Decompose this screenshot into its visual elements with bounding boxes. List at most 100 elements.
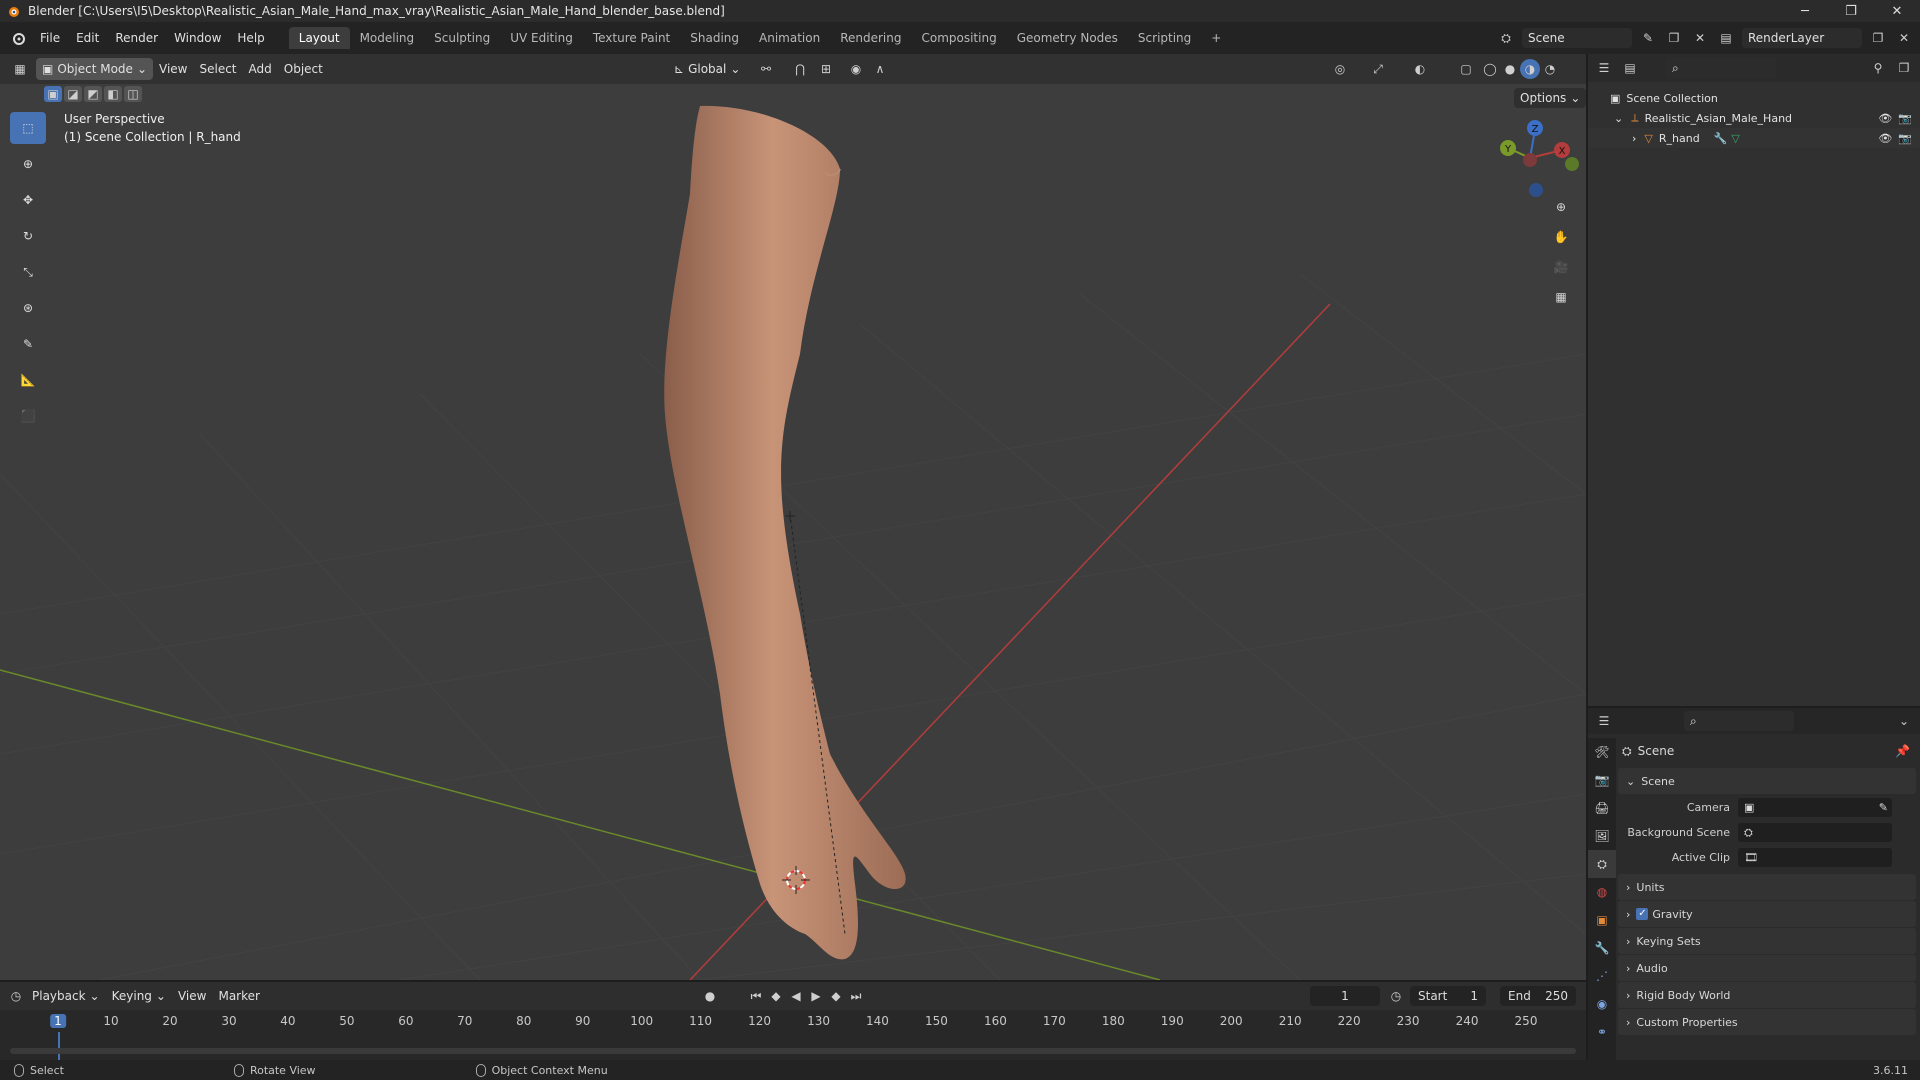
3d-viewport[interactable]: ▦ ▣ Object Mode ⌄ View Select Add Object… [0,54,1586,980]
transform-tool[interactable]: ⊛ [10,292,46,324]
editor-type-icon[interactable]: ▦ [10,59,30,79]
jump-start-icon[interactable]: ⏮ [746,986,766,1006]
eye-icon[interactable]: 👁 [1878,132,1892,145]
record-icon[interactable]: ● [700,986,720,1006]
menu-playback[interactable]: Playback ⌄ [26,985,106,1007]
chevron-down-icon[interactable]: ⌄ [1614,112,1623,125]
end-frame-field[interactable]: End 250 [1500,986,1576,1006]
display-mode-icon[interactable]: ▤ [1620,58,1640,78]
move-tool[interactable]: ✥ [10,184,46,216]
menu-keying[interactable]: Keying ⌄ [106,985,172,1007]
snap-icon[interactable]: ⋂ [790,59,810,79]
new-layer-icon[interactable]: ❐ [1868,28,1888,48]
tab-uv-editing[interactable]: UV Editing [500,27,583,49]
gravity-checkbox[interactable]: ✓ [1636,908,1649,920]
tab-rendering[interactable]: Rendering [830,27,911,49]
prev-keyframe-icon[interactable]: ◆ [766,986,786,1006]
scene-icon[interactable]: ⛭ [1496,28,1516,48]
tab-scripting[interactable]: Scripting [1128,27,1201,49]
timeline-ruler[interactable]: 1 10 20 30 40 50 60 70 80 90 100 110 120 130 140 150 160… [0,1010,1586,1060]
options-button[interactable]: Options ⌄ [1514,88,1586,108]
delete-layer-icon[interactable]: ✕ [1894,28,1914,48]
pin-icon[interactable]: 📌 [1895,744,1910,758]
background-scene-field[interactable]: ⛭ [1738,823,1892,842]
tab-compositing[interactable]: Compositing [911,27,1006,49]
tab-layout[interactable]: Layout [288,27,350,49]
panel-audio[interactable]: › Audio [1618,955,1916,981]
properties-search-input[interactable]: ⌕ [1684,711,1794,731]
navigation-gizmo[interactable]: Z X Y [1490,108,1580,198]
select-invert-icon[interactable]: ◧ [104,86,122,102]
tree-row-collection[interactable]: ⌄ ⟂ Realistic_Asian_Male_Hand 👁 📷 [1588,108,1920,128]
select-box-tool[interactable]: ⬚ [10,112,46,144]
tab-render[interactable]: 📷 [1588,766,1616,794]
tab-object[interactable]: ▣ [1588,906,1616,934]
tree-row-scene-collection[interactable]: ▣ Scene Collection [1588,88,1920,108]
pan-view-button[interactable]: ✋ [1548,224,1574,250]
xray-icon[interactable]: ▢ [1456,59,1476,79]
scene-selector[interactable]: Scene [1522,28,1632,48]
snap-target-icon[interactable]: ⊞ [816,59,836,79]
select-subtract-icon[interactable]: ◩ [84,86,102,102]
chevron-down-icon[interactable]: ⌄ [1894,711,1914,731]
tab-output[interactable]: 🖨 [1588,794,1616,822]
add-workspace-button[interactable]: + [1201,27,1231,49]
renderlayer-selector[interactable]: RenderLayer [1742,28,1862,48]
panel-gravity[interactable]: › ✓ Gravity [1618,901,1916,927]
blender-menu-icon[interactable] [10,30,26,46]
menu-window[interactable]: Window [166,31,229,45]
overlays-icon[interactable]: ◐ [1410,59,1430,79]
tab-tool[interactable]: 🛠 [1588,738,1616,766]
cursor-tool[interactable]: ⊕ [10,148,46,180]
outliner-editor-icon[interactable]: ☰ [1594,58,1614,78]
tab-geometry-nodes[interactable]: Geometry Nodes [1007,27,1128,49]
mode-selector[interactable]: ▣ Object Mode ⌄ [36,58,153,80]
tree-row-r-hand[interactable]: › ▽ R_hand 🔧 ▽ 👁 📷 [1588,128,1920,148]
tab-modifiers[interactable]: 🔧 [1588,934,1616,962]
tab-shading[interactable]: Shading [680,27,749,49]
panel-scene-header[interactable]: ⌄ Scene [1618,768,1916,794]
camera-field[interactable]: ▣ ✎ [1738,798,1892,817]
camera-render-icon[interactable]: 📷 [1898,132,1912,145]
eye-icon[interactable]: 👁 [1878,112,1892,125]
material-shading-icon[interactable]: ◑ [1520,59,1540,79]
pin-icon[interactable]: ✎ [1638,28,1658,48]
visibility-icon[interactable]: ◎ [1330,59,1350,79]
minimize-button[interactable]: ─ [1782,0,1828,22]
chevron-right-icon[interactable]: › [1632,132,1636,145]
tab-animation[interactable]: Animation [749,27,830,49]
outliner-search-input[interactable]: ⌕ [1666,58,1776,78]
timeline-editor-icon[interactable]: ◷ [6,986,26,1006]
next-keyframe-icon[interactable]: ◆ [826,986,846,1006]
solid-shading-icon[interactable]: ● [1500,59,1520,79]
jump-end-icon[interactable]: ⏭ [846,986,866,1006]
maximize-button[interactable]: ❐ [1828,0,1874,22]
tab-particles[interactable]: ⋰ [1588,962,1616,990]
gizmo-toggle-icon[interactable]: ⤢ [1368,59,1388,79]
zoom-view-button[interactable]: ⊕ [1548,194,1574,220]
clock-icon[interactable]: ◷ [1386,986,1406,1006]
view-layer-icon[interactable]: ▤ [1716,28,1736,48]
menu-marker[interactable]: Marker [212,985,265,1007]
tab-texture-paint[interactable]: Texture Paint [583,27,680,49]
tab-view-layer[interactable]: 🖼 [1588,822,1616,850]
close-button[interactable]: ✕ [1874,0,1920,22]
new-collection-icon[interactable]: ❐ [1894,58,1914,78]
measure-tool[interactable]: 📐 [10,364,46,396]
annotate-tool[interactable]: ✎ [10,328,46,360]
menu-render[interactable]: Render [107,31,166,45]
menu-view[interactable]: View [172,985,212,1007]
menu-edit[interactable]: Edit [68,31,107,45]
select-new-icon[interactable]: ▣ [44,86,62,102]
playhead-frame[interactable]: 1 [50,1014,66,1028]
falloff-icon[interactable]: ∧ [870,59,890,79]
scale-tool[interactable]: ⤡ [10,256,46,288]
menu-view[interactable]: View [153,58,193,80]
timeline-scrollbar[interactable] [10,1048,1576,1054]
menu-help[interactable]: Help [229,31,272,45]
tab-physics[interactable]: ◉ [1588,990,1616,1018]
play-icon[interactable]: ▶ [806,986,826,1006]
tab-sculpting[interactable]: Sculpting [424,27,500,49]
menu-object[interactable]: Object [278,58,329,80]
panel-units[interactable]: › Units [1618,874,1916,900]
